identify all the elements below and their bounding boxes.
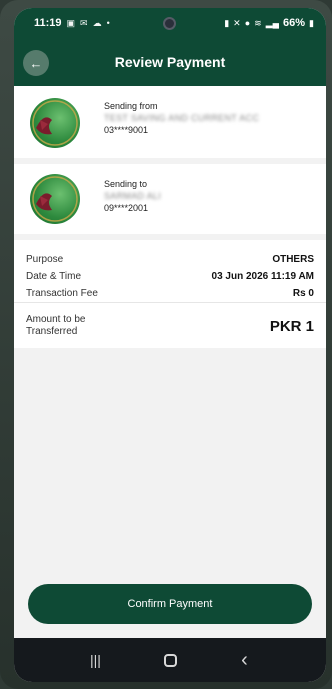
amount-value: PKR 1 [269,318,314,335]
sending-to-details: Sending to SARMAD ALI 09****2001 [104,178,161,214]
sending-from-name: TEST SAVING AND CURRENT ACC [104,113,260,123]
signal-icon: ▂▄ [265,17,280,28]
fee-value: Rs 0 [292,288,314,299]
fee-row: Transaction Fee Rs 0 [26,288,314,299]
datetime-value: 03 Jun 2026 11:19 AM [211,271,314,282]
gallery-icon: ▣ [66,17,76,28]
status-left: 11:19 ▣ ✉ ☁ • [34,17,110,29]
sending-to-name: SARMAD ALI [104,191,162,201]
status-time: 11:19 [34,17,62,29]
bank-logo-icon [30,174,80,224]
home-icon[interactable] [163,653,177,667]
back-arrow-icon: ← [29,55,43,71]
screen: 11:19 ▣ ✉ ☁ • ▮ ✕ ● ≋ ▂▄ 66% ▮ ← Review … [14,8,326,682]
battery-icon: ▮ [309,17,314,28]
fee-label: Transaction Fee [26,288,98,299]
sending-from-details: Sending from TEST SAVING AND CURRENT ACC… [104,100,259,136]
app-header: ← Review Payment [14,38,326,86]
amount-label: Amount to be Transferred [26,314,86,337]
status-bar: 11:19 ▣ ✉ ☁ • ▮ ✕ ● ≋ ▂▄ 66% ▮ [14,8,326,38]
cloud-icon: ☁ [92,17,102,28]
mail-icon: ✉ [80,17,88,28]
battery-level: 66% [283,17,306,29]
recents-icon[interactable]: ||| [81,652,111,668]
sending-to-label: Sending to [104,179,148,189]
bank-logo-icon [30,98,80,148]
page-title: Review Payment [114,54,226,70]
purpose-value: OTHERS [272,254,314,265]
phone-frame: 11:19 ▣ ✉ ☁ • ▮ ✕ ● ≋ ▂▄ 66% ▮ ← Review … [0,0,332,689]
payment-details: Purpose OTHERS Date & Time 03 Jun 2026 1… [14,240,326,348]
dot-icon: • [106,18,110,28]
system-nav-bar: ||| ‹ [14,638,326,682]
nav-back-icon[interactable]: ‹ [230,649,260,672]
purpose-label: Purpose [26,254,64,265]
sending-to-account: 09****2001 [104,203,149,213]
battery-saver-icon: ▮ [224,17,230,28]
back-button[interactable]: ← [23,50,49,76]
divider [14,302,326,303]
sending-from-account: 03****9001 [104,125,149,135]
sending-from-card: Sending from TEST SAVING AND CURRENT ACC… [14,86,326,158]
datetime-row: Date & Time 03 Jun 2026 11:19 AM [26,271,314,282]
mute-icon: ✕ [233,17,241,28]
camera-cutout [163,17,176,30]
sending-to-card: Sending to SARMAD ALI 09****2001 [14,164,326,234]
status-right: ▮ ✕ ● ≋ ▂▄ 66% ▮ [224,17,314,29]
wifi-icon: ≋ [254,17,262,28]
confirm-payment-button[interactable]: Confirm Payment [28,584,312,624]
sending-from-label: Sending from [104,101,158,111]
datetime-label: Date & Time [26,271,82,282]
location-icon: ● [244,18,251,28]
purpose-row: Purpose OTHERS [26,254,314,265]
